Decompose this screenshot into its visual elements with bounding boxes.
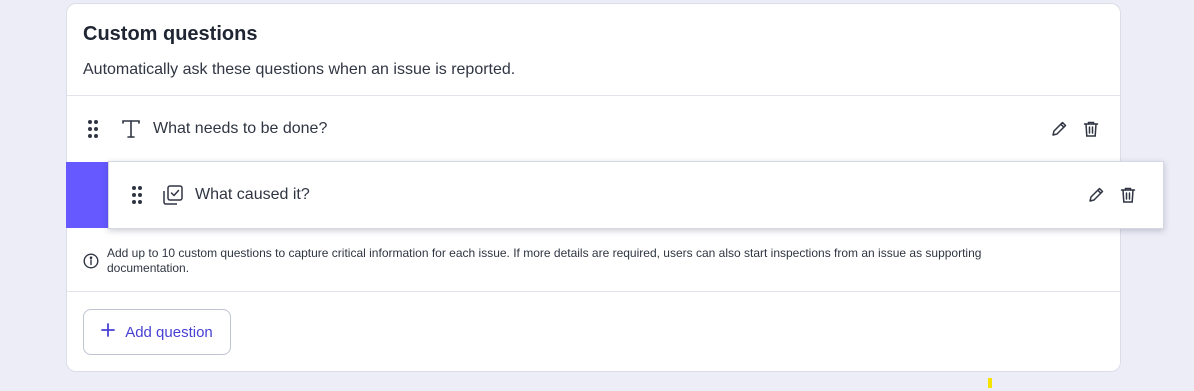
multiple-choice-icon [161, 183, 185, 207]
delete-trash-icon[interactable] [1117, 184, 1139, 206]
drag-handle-icon[interactable] [129, 184, 145, 206]
edit-pencil-icon[interactable] [1085, 184, 1107, 206]
row-actions [1085, 184, 1139, 206]
info-text: Add up to 10 custom questions to capture… [107, 246, 982, 275]
question-row[interactable]: What needs to be done? [67, 97, 1120, 161]
info-icon [83, 253, 99, 269]
section-title: Custom questions [83, 23, 258, 45]
card-header: Custom questions Automatically ask these… [83, 22, 1104, 80]
plus-icon [101, 322, 116, 342]
question-row-dragging[interactable]: What caused it? [108, 161, 1164, 229]
question-label: What needs to be done? [153, 120, 328, 137]
add-question-label: Add question [125, 323, 213, 341]
add-question-button[interactable]: Add question [83, 309, 231, 355]
info-note: Add up to 10 custom questions to capture… [83, 246, 1060, 276]
drop-indicator [66, 162, 110, 228]
edit-pencil-icon[interactable] [1048, 118, 1070, 140]
section-subtitle: Automatically ask these questions when a… [83, 61, 516, 78]
cursor-marker [988, 378, 992, 388]
divider [67, 291, 1120, 292]
question-label: What caused it? [195, 186, 310, 203]
delete-trash-icon[interactable] [1080, 118, 1102, 140]
drag-handle-icon[interactable] [85, 118, 101, 140]
divider [67, 95, 1120, 96]
row-actions [1048, 118, 1102, 140]
text-type-icon [119, 117, 143, 141]
